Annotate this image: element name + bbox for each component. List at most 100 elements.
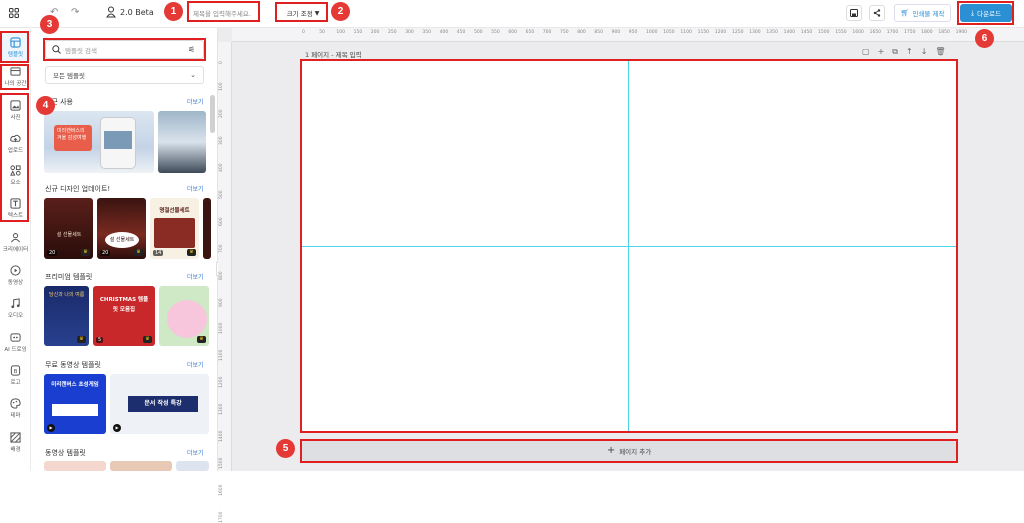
svg-text:B: B (14, 369, 18, 375)
template-thumbnail[interactable]: ♛ (159, 286, 209, 346)
ruler-tick-label: 1150 (697, 30, 710, 35)
template-thumbnail[interactable]: 미리캔버스의 겨울 감성여행 (44, 111, 154, 173)
sidebar-item-creator[interactable]: 크리에이터 (0, 232, 31, 253)
sidebar-item-label: 텍스트 (7, 213, 24, 219)
template-thumbnail[interactable] (158, 111, 206, 173)
sidebar-item-ai-drawing[interactable]: AI 드로잉 (0, 332, 31, 353)
ruler-tick-label: 600 (219, 217, 224, 226)
ruler-tick-label: 1850 (938, 30, 950, 35)
title-input[interactable]: 제목을 입력해주세요. (193, 8, 251, 18)
duplicate-icon[interactable]: ⧉ (892, 47, 898, 57)
horizontal-guide-line (302, 246, 956, 247)
video-icon (10, 265, 21, 276)
crown-icon: ♛ (134, 249, 143, 256)
sidebar-item-background[interactable]: 배경 (0, 432, 31, 453)
section-title: 프리미엄 템플릿 (45, 273, 93, 281)
filter-settings-icon[interactable]: ⚟ (188, 45, 195, 54)
save-icon[interactable] (846, 5, 862, 21)
more-link[interactable]: 더보기 (187, 97, 204, 106)
ruler-tick-label: 100 (219, 82, 224, 91)
template-thumbnail[interactable]: 미리캔버스 초성게임 ▶ (44, 374, 106, 434)
ruler-tick-label: 50 (319, 30, 325, 35)
template-thumbnail[interactable] (44, 461, 106, 471)
ruler-tick-label: 1500 (818, 30, 830, 35)
template-thumbnail[interactable] (110, 461, 172, 471)
template-filter-select[interactable]: 모든 템플릿 ⌄ (45, 66, 204, 84)
template-thumbnail[interactable] (203, 198, 211, 259)
ruler-tick-label: 300 (219, 136, 224, 145)
ruler-tick-label: 100 (336, 30, 345, 35)
ruler-tick-label: 1000 (646, 30, 658, 35)
ruler-tick-label: 1450 (800, 30, 813, 35)
sidebar-item-upload[interactable]: 업로드 (0, 133, 31, 154)
ruler-tick-label: 1200 (714, 30, 727, 35)
delete-icon[interactable]: 🗑︎ (935, 47, 945, 57)
ruler-tick-label: 500 (474, 30, 483, 35)
sidebar-item-label: AI 드로잉 (4, 347, 27, 353)
template-search-input[interactable]: 템플릿 검색 (45, 40, 204, 59)
app-grid-icon[interactable] (9, 8, 19, 18)
template-thumbnail[interactable]: 설 선물세트 20 ♛ (44, 198, 93, 259)
sidebar-item-text[interactable]: 텍스트 (0, 198, 31, 219)
download-button[interactable]: ⤓ 다운로드 (960, 4, 1012, 22)
add-page-button[interactable]: + 페이지 추가 (302, 441, 956, 461)
annotation-badge: 2 (331, 2, 350, 21)
template-thumbnail[interactable]: 문서 작성 특강 ▶ (110, 374, 209, 434)
add-page-label: 페이지 추가 (619, 448, 652, 456)
sidebar-item-audio[interactable]: 오디오 (0, 298, 31, 319)
ruler-tick-label: 900 (611, 30, 621, 35)
ruler-tick-label: 700 (542, 30, 552, 35)
move-down-icon[interactable]: ↓ (921, 47, 928, 57)
crown-icon: ♛ (143, 336, 152, 343)
thumbnail-text: 설 선물세트 (56, 232, 82, 238)
crown-icon: ♛ (197, 336, 206, 343)
sidebar-item-theme[interactable]: 테마 (0, 398, 31, 419)
thumbnail-text: 미리캔버스의 겨울 감성여행 (54, 125, 92, 151)
template-thumbnail[interactable]: 당신과 나의 여름 ♛ (44, 286, 89, 346)
more-link[interactable]: 더보기 (187, 448, 204, 457)
resize-button-label: 크기 조정 (286, 10, 313, 18)
filter-select-value: 모든 템플릿 (53, 72, 85, 80)
template-thumbnail[interactable]: 설 선물세트 20 ♛ (97, 198, 146, 259)
template-thumbnail[interactable]: 명절선물세트 14 ♛ (150, 198, 199, 259)
sidebar-item-template[interactable]: 템플릿 (0, 33, 31, 63)
sidebar-item-logo[interactable]: B 로고 (0, 365, 31, 386)
add-icon[interactable]: + (878, 47, 885, 57)
template-thumbnail[interactable]: CHRISTMAS 템플릿 모음집 5 ♛ (93, 286, 155, 346)
ruler-tick-label: 800 (219, 271, 224, 280)
print-button-label: 인쇄물 제작 (912, 10, 945, 18)
sidebar-item-video[interactable]: 동영상 (0, 265, 31, 286)
page-label[interactable]: 1 페이지 - 제목 입력 (305, 49, 362, 59)
ruler-tick-label: 950 (628, 30, 638, 35)
theme-icon (10, 398, 21, 409)
thumbnail-text: 설 선물세트 (105, 232, 139, 248)
more-link[interactable]: 더보기 (187, 360, 204, 369)
thumbnail-text: 미리캔버스 초성게임 (51, 382, 99, 388)
share-icon[interactable] (869, 5, 885, 21)
resize-button[interactable]: 크기 조정 ▼ (283, 6, 323, 20)
play-icon: ▶ (47, 424, 55, 432)
more-link[interactable]: 더보기 (187, 272, 204, 281)
ruler-tick-label: 0 (302, 30, 305, 35)
panel-scrollbar[interactable] (210, 95, 215, 133)
redo-icon[interactable]: ↷ (71, 7, 82, 18)
upload-icon (10, 134, 21, 143)
sidebar-item-my-space[interactable]: 나의 공간 (0, 66, 31, 88)
ruler-tick-label: 550 (491, 30, 500, 35)
sidebar-item-photo[interactable]: 사진 (0, 100, 31, 121)
background-icon (10, 432, 21, 443)
more-link[interactable]: 더보기 (187, 184, 204, 193)
sidebar-item-elements[interactable]: 요소 (0, 165, 31, 186)
ruler-tick-label: 1550 (835, 30, 847, 35)
ruler-tick-label: 700 (219, 244, 224, 253)
section-title: 신규 디자인 업데이트! (45, 185, 111, 193)
ruler-tick-label: 400 (439, 30, 449, 35)
print-button[interactable]: 🛒︎ 인쇄물 제작 (894, 4, 951, 22)
ruler-tick-label: 1600 (852, 30, 864, 35)
design-page[interactable] (302, 61, 956, 431)
page-memo-icon[interactable]: ▢ (862, 47, 870, 57)
page-count-badge: 5 (96, 337, 104, 343)
template-thumbnail[interactable] (176, 461, 209, 471)
move-up-icon[interactable]: ↑ (906, 47, 913, 57)
play-icon: ▶ (113, 424, 121, 432)
